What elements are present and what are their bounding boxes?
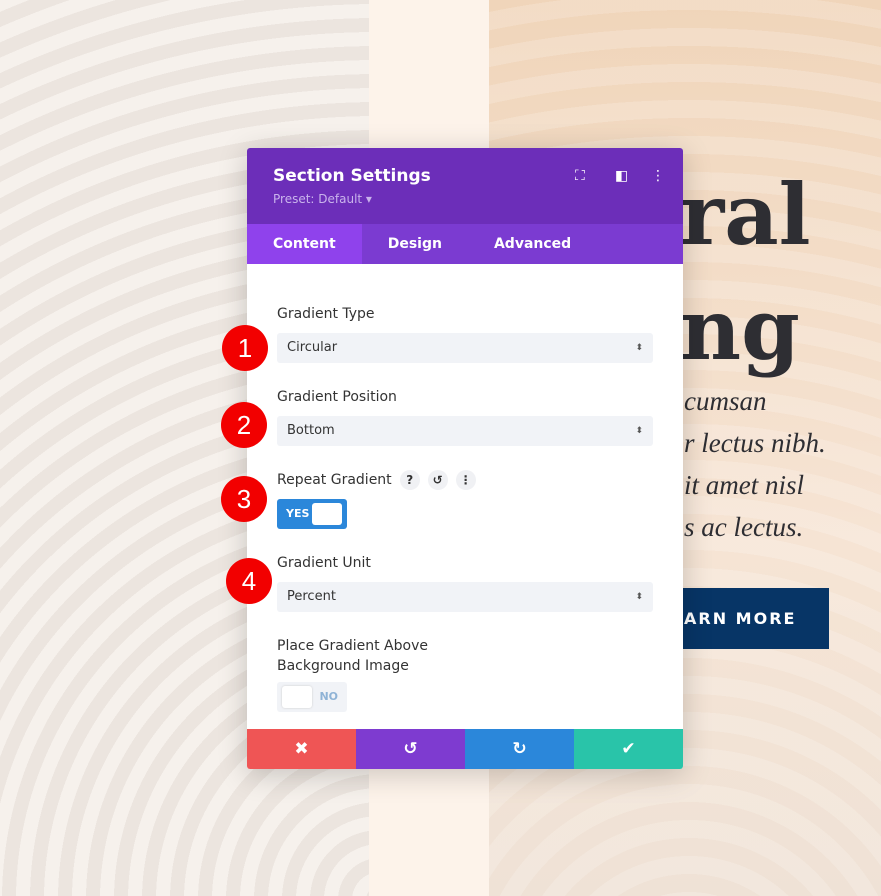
body-line: r lectus nibh. <box>684 428 826 458</box>
modal-title: Section Settings <box>273 166 431 186</box>
section-settings-modal: Section Settings Preset: Default ▾ ⛶ ◧ ⋮… <box>247 148 683 769</box>
toggle-knob <box>282 686 312 708</box>
hero-body-text: cumsan r lectus nibh. it amet nisl s ac … <box>684 380 826 548</box>
sidebar-layout-icon[interactable]: ◧ <box>615 168 628 184</box>
more-vertical-icon[interactable]: ⋮ <box>651 168 665 184</box>
body-line: it amet nisl <box>684 470 804 500</box>
undo-button[interactable]: ↺ <box>356 729 465 769</box>
gradient-type-label: Gradient Type <box>277 306 375 322</box>
step-badge: 2 <box>221 402 267 448</box>
step-badge: 3 <box>221 476 267 522</box>
tab-bar: Content Design Advanced <box>247 224 683 264</box>
repeat-gradient-row: Repeat Gradient ? ↺ ⋮ <box>277 470 653 490</box>
step-badge: 4 <box>226 558 272 604</box>
select-arrows-icon: ⬍ <box>635 426 643 436</box>
repeat-gradient-toggle[interactable]: YES <box>277 499 347 529</box>
learn-more-button[interactable]: ARN MORE <box>676 588 829 649</box>
label-line: Background Image <box>277 658 409 674</box>
save-button[interactable]: ✔ <box>574 729 683 769</box>
toggle-knob <box>312 503 342 525</box>
body-line: s ac lectus. <box>684 512 804 542</box>
select-value: Percent <box>287 589 336 604</box>
gradient-position-select[interactable]: Bottom ⬍ <box>277 416 653 446</box>
tab-content[interactable]: Content <box>247 224 362 264</box>
cancel-button[interactable]: ✖ <box>247 729 356 769</box>
place-gradient-toggle[interactable]: NO <box>277 682 347 712</box>
redo-button[interactable]: ↻ <box>465 729 574 769</box>
select-value: Bottom <box>287 423 335 438</box>
reset-icon[interactable]: ↺ <box>427 470 448 490</box>
modal-footer: ✖ ↺ ↻ ✔ <box>247 729 683 769</box>
gradient-type-select[interactable]: Circular ⬍ <box>277 333 653 363</box>
gradient-unit-label: Gradient Unit <box>277 555 371 571</box>
body-line: cumsan <box>684 386 767 416</box>
label-line: Place Gradient Above <box>277 638 428 654</box>
more-options-icon[interactable]: ⋮ <box>455 470 476 490</box>
place-gradient-label: Place Gradient Above Background Image <box>277 636 653 676</box>
select-arrows-icon: ⬍ <box>635 343 643 353</box>
hero-heading-line1: ral <box>680 165 811 264</box>
gradient-unit-select[interactable]: Percent ⬍ <box>277 582 653 612</box>
select-value: Circular <box>287 340 338 355</box>
repeat-gradient-label: Repeat Gradient <box>277 472 392 488</box>
fullscreen-icon[interactable]: ⛶ <box>575 168 585 184</box>
settings-content: Gradient Type Circular ⬍ Gradient Positio… <box>247 264 683 712</box>
help-icon[interactable]: ? <box>399 470 420 490</box>
gradient-position-label: Gradient Position <box>277 389 397 405</box>
select-arrows-icon: ⬍ <box>635 592 643 602</box>
step-badge: 1 <box>222 325 268 371</box>
tab-advanced[interactable]: Advanced <box>468 224 597 264</box>
tab-design[interactable]: Design <box>362 224 468 264</box>
toggle-text: YES <box>286 507 310 520</box>
modal-header: Section Settings Preset: Default ▾ ⛶ ◧ ⋮ <box>247 148 683 224</box>
preset-dropdown[interactable]: Preset: Default ▾ <box>273 192 657 206</box>
toggle-text: NO <box>319 690 338 703</box>
hero-heading-line2: ng <box>680 280 800 379</box>
